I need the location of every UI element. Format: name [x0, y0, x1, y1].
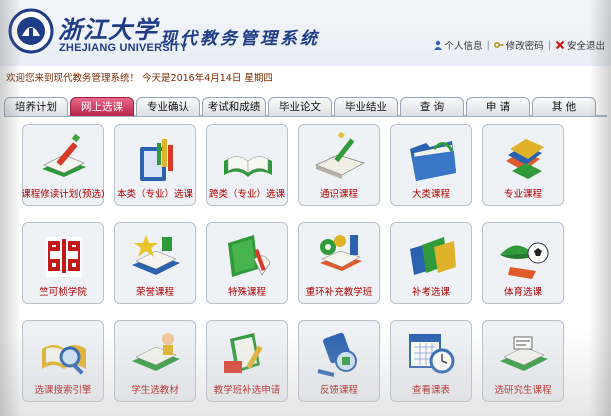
folders-icon: [410, 237, 456, 275]
cap-ball-icon: [500, 242, 549, 279]
tab-online-course-selection[interactable]: 网上选课: [70, 97, 134, 116]
star-book-icon: [132, 235, 180, 275]
reader-icon: [132, 333, 180, 371]
magnifier-book-icon: [42, 345, 86, 375]
top-links: 个人信息 | 修改密码 | 安全退出: [433, 38, 605, 52]
seal-icon: [46, 237, 82, 277]
header: 浙江大学 ZHEJIANG UNIVERSITY 现代教务管理系统 个人信息 |…: [0, 0, 611, 66]
profile-link[interactable]: 个人信息: [433, 38, 483, 52]
close-icon: [555, 40, 565, 50]
module-label: 选课搜索引擎: [34, 385, 92, 396]
logout-label: 安全退出: [566, 41, 605, 52]
university-name-cn: 浙江大学: [58, 15, 158, 44]
books-stack-icon: [506, 139, 544, 179]
module-view-timetable[interactable]: 查看课表: [390, 320, 472, 402]
tab-graduation[interactable]: 毕业结业: [334, 97, 398, 116]
module-honors-courses[interactable]: 荣誉课程: [114, 222, 196, 304]
module-label: 学生选教材: [131, 385, 179, 396]
university-logo: [8, 8, 54, 54]
module-label: 跨类（专业）选课: [208, 189, 285, 200]
book-pencil-icon: [42, 133, 86, 177]
open-book-icon: [224, 156, 272, 177]
change-password-link[interactable]: 修改密码: [493, 38, 544, 52]
module-makeup-exam-selection[interactable]: 补考选课: [390, 222, 472, 304]
module-label: 特殊课程: [227, 287, 266, 298]
tab-major-confirmation[interactable]: 专业确认: [136, 97, 200, 116]
module-supplementary-class[interactable]: 重环补充教学班: [298, 222, 380, 304]
profile-link-label: 个人信息: [444, 41, 483, 52]
module-label: 体育选课: [503, 287, 542, 298]
module-label: 选研究生课程: [494, 385, 552, 396]
module-search-engine[interactable]: 选课搜索引擎: [22, 320, 104, 402]
book-pens-icon: [140, 139, 173, 181]
green-book-icon: [228, 235, 271, 277]
module-label: 教学班补选申请: [213, 385, 281, 396]
link-separator: |: [486, 39, 490, 51]
app-window: 浙江大学 ZHEJIANG UNIVERSITY 现代教务管理系统 个人信息 |…: [0, 0, 611, 416]
module-label: 荣誉课程: [135, 287, 174, 298]
tab-apply[interactable]: 申 请: [466, 97, 530, 116]
calendar-clock-icon: [409, 334, 455, 374]
module-feedback-courses[interactable]: 反馈课程: [298, 320, 380, 402]
module-label: 专业课程: [503, 189, 542, 200]
tab-query[interactable]: 查 询: [400, 97, 464, 116]
module-special-courses[interactable]: 特殊课程: [206, 222, 288, 304]
folder-icon: [410, 141, 456, 181]
graduate-book-icon: [500, 336, 548, 371]
module-label: 课程修读计划(预选): [21, 189, 105, 200]
tab-exams-grades[interactable]: 考试和成绩: [202, 97, 266, 116]
tab-training-plan[interactable]: 培养计划: [4, 97, 68, 116]
module-label: 重环补充教学班: [305, 287, 373, 298]
tab-other[interactable]: 其 他: [532, 97, 596, 116]
key-icon: [493, 42, 504, 48]
system-name: 现代教务管理系统: [160, 29, 320, 49]
module-label: 本类（专业）选课: [116, 189, 193, 200]
module-chu-kochen-college[interactable]: 竺可桢学院: [22, 222, 104, 304]
module-course-plan[interactable]: 课程修读计划(预选): [21, 124, 105, 206]
module-label: 反馈课程: [319, 385, 358, 396]
book-apply-icon: [224, 333, 263, 373]
module-general-courses[interactable]: 通识课程: [298, 124, 380, 206]
module-textbook-selection[interactable]: 学生选教材: [114, 320, 196, 402]
module-major-course-selection[interactable]: 本类（专业）选课: [114, 124, 196, 206]
module-label: 通识课程: [319, 189, 358, 200]
module-cross-major-selection[interactable]: 跨类（专业）选课: [206, 124, 288, 206]
person-icon: [433, 40, 442, 50]
module-label: 查看课表: [411, 385, 450, 396]
main-tabs: 培养计划 网上选课 专业确认 考试和成绩 毕业论文 毕业结业 查 询 申 请 其…: [4, 97, 607, 117]
feedback-icon: [317, 332, 357, 377]
module-pe-selection[interactable]: 体育选课: [482, 222, 564, 304]
gears-book-icon: [320, 235, 362, 271]
tab-thesis[interactable]: 毕业论文: [268, 97, 332, 116]
module-label: 补考选课: [411, 287, 450, 298]
module-major-courses[interactable]: 专业课程: [482, 124, 564, 206]
module-label: 竺可桢学院: [39, 287, 87, 298]
welcome-message: 欢迎您来到现代教务管理系统！ 今天是2016年4月14日 星期四: [6, 73, 273, 84]
logout-link[interactable]: 安全退出: [555, 38, 605, 52]
module-category-courses[interactable]: 大类课程: [390, 124, 472, 206]
link-separator: |: [547, 39, 551, 51]
module-graduate-course-selection[interactable]: 选研究生课程: [482, 320, 564, 402]
module-class-add-application[interactable]: 教学班补选申请: [206, 320, 288, 402]
notebook-pen-icon: [315, 131, 365, 179]
change-password-label: 修改密码: [505, 41, 544, 52]
module-label: 大类课程: [411, 189, 450, 200]
